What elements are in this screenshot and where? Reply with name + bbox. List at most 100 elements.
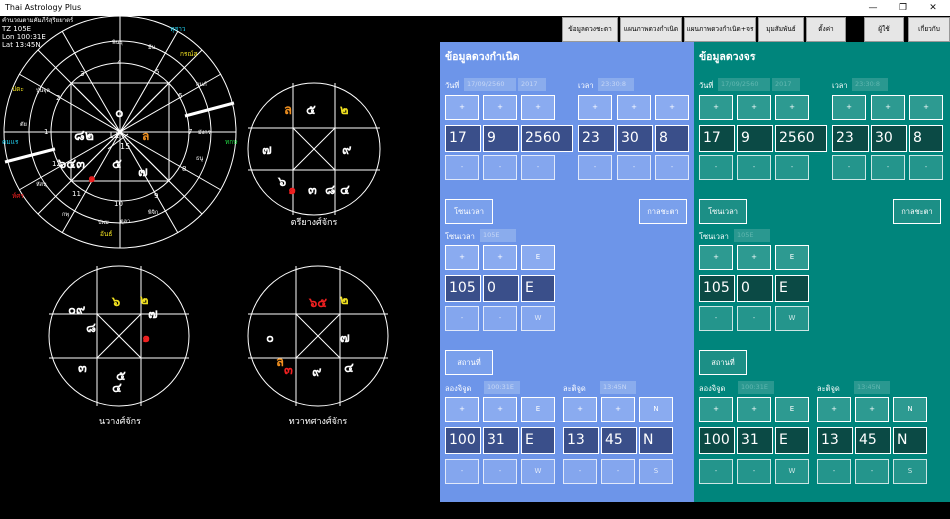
year-value[interactable]: 2560	[775, 125, 827, 152]
lat-min-minus-button[interactable]: -	[855, 459, 889, 484]
year-ad-field[interactable]: 2017	[518, 78, 546, 91]
day-value[interactable]: 17	[699, 125, 735, 152]
lat-dir-value[interactable]: N	[893, 427, 927, 454]
lat-south-button[interactable]: S	[639, 459, 673, 484]
minimize-icon[interactable]: —	[858, 0, 888, 16]
tz-dir-value[interactable]: E	[521, 275, 555, 302]
day-plus-button[interactable]: +	[445, 95, 479, 120]
tz-field[interactable]: 105E	[480, 229, 516, 242]
lat-min-plus-button[interactable]: +	[601, 397, 635, 422]
tz-min-minus-button[interactable]: -	[483, 306, 517, 331]
close-icon[interactable]: ✕	[918, 0, 948, 16]
second-plus-button[interactable]: +	[655, 95, 689, 120]
minute-value[interactable]: 30	[617, 125, 653, 152]
lon-dir-value[interactable]: E	[521, 427, 555, 454]
month-value[interactable]: 9	[737, 125, 773, 152]
tz-hour-value[interactable]: 105	[445, 275, 481, 302]
minute-plus-button[interactable]: +	[871, 95, 905, 120]
tz-west-button[interactable]: W	[521, 306, 555, 331]
year-value[interactable]: 2560	[521, 125, 573, 152]
minute-value[interactable]: 30	[871, 125, 907, 152]
tz-min-plus-button[interactable]: +	[737, 245, 771, 270]
month-minus-button[interactable]: -	[483, 155, 517, 180]
day-value[interactable]: 17	[445, 125, 481, 152]
lat-north-button[interactable]: N	[893, 397, 927, 422]
restore-icon[interactable]: ❐	[888, 0, 918, 16]
lon-deg-plus-button[interactable]: +	[445, 397, 479, 422]
kala-chart-button[interactable]: กาลชะตา	[639, 199, 687, 224]
year-minus-button[interactable]: -	[521, 155, 555, 180]
tab-settings[interactable]: ตั้งค่า	[806, 17, 846, 42]
tz-min-value[interactable]: 0	[737, 275, 773, 302]
lon-west-button[interactable]: W	[775, 459, 809, 484]
lon-min-minus-button[interactable]: -	[483, 459, 517, 484]
year-plus-button[interactable]: +	[775, 95, 809, 120]
second-value[interactable]: 8	[909, 125, 943, 152]
tab-about[interactable]: เกี่ยวกับ	[908, 17, 950, 42]
lat-min-value[interactable]: 45	[601, 427, 637, 454]
tab-aspects[interactable]: มุมสัมพันธ์	[758, 17, 804, 42]
month-value[interactable]: 9	[483, 125, 519, 152]
tz-min-minus-button[interactable]: -	[737, 306, 771, 331]
date-field[interactable]: 17/09/2560	[718, 78, 770, 91]
tz-east-button[interactable]: E	[775, 245, 809, 270]
tab-birth-chart[interactable]: แผนภาพดวงกำเนิด	[620, 17, 682, 42]
year-minus-button[interactable]: -	[775, 155, 809, 180]
lat-dir-value[interactable]: N	[639, 427, 673, 454]
month-plus-button[interactable]: +	[737, 95, 771, 120]
tab-user[interactable]: ผู้ใช้	[864, 17, 904, 42]
time-field[interactable]: 23:30:8	[852, 78, 888, 91]
lat-deg-minus-button[interactable]: -	[817, 459, 851, 484]
kala-chart-button[interactable]: กาลชะตา	[893, 199, 941, 224]
lon-field[interactable]: 100:31E	[484, 381, 520, 394]
year-ad-field[interactable]: 2017	[772, 78, 800, 91]
tz-min-value[interactable]: 0	[483, 275, 519, 302]
lat-field[interactable]: 13:45N	[854, 381, 890, 394]
hour-minus-button[interactable]: -	[578, 155, 612, 180]
lat-deg-plus-button[interactable]: +	[817, 397, 851, 422]
month-minus-button[interactable]: -	[737, 155, 771, 180]
date-field[interactable]: 17/09/2560	[464, 78, 516, 91]
lon-east-button[interactable]: E	[775, 397, 809, 422]
second-plus-button[interactable]: +	[909, 95, 943, 120]
place-button[interactable]: สถานที่	[445, 350, 493, 375]
lon-min-plus-button[interactable]: +	[737, 397, 771, 422]
tab-chart-data[interactable]: ข้อมูลดวงชะตา	[562, 17, 618, 42]
tz-hour-plus-button[interactable]: +	[445, 245, 479, 270]
day-minus-button[interactable]: -	[445, 155, 479, 180]
hour-plus-button[interactable]: +	[832, 95, 866, 120]
day-minus-button[interactable]: -	[699, 155, 733, 180]
lon-min-plus-button[interactable]: +	[483, 397, 517, 422]
lat-min-plus-button[interactable]: +	[855, 397, 889, 422]
tz-dir-value[interactable]: E	[775, 275, 809, 302]
second-minus-button[interactable]: -	[655, 155, 689, 180]
day-plus-button[interactable]: +	[699, 95, 733, 120]
tz-field[interactable]: 105E	[734, 229, 770, 242]
lat-deg-minus-button[interactable]: -	[563, 459, 597, 484]
hour-value[interactable]: 23	[578, 125, 615, 152]
lat-north-button[interactable]: N	[639, 397, 673, 422]
minute-minus-button[interactable]: -	[617, 155, 651, 180]
lon-deg-value[interactable]: 100	[445, 427, 481, 454]
lat-min-minus-button[interactable]: -	[601, 459, 635, 484]
lat-min-value[interactable]: 45	[855, 427, 891, 454]
tz-hour-minus-button[interactable]: -	[699, 306, 733, 331]
timezone-button[interactable]: โซนเวลา	[445, 199, 493, 224]
lon-deg-value[interactable]: 100	[699, 427, 735, 454]
hour-value[interactable]: 23	[832, 125, 869, 152]
lat-south-button[interactable]: S	[893, 459, 927, 484]
timezone-button[interactable]: โซนเวลา	[699, 199, 747, 224]
lon-east-button[interactable]: E	[521, 397, 555, 422]
tz-hour-value[interactable]: 105	[699, 275, 735, 302]
lon-min-value[interactable]: 31	[483, 427, 519, 454]
year-plus-button[interactable]: +	[521, 95, 555, 120]
lon-deg-plus-button[interactable]: +	[699, 397, 733, 422]
tz-west-button[interactable]: W	[775, 306, 809, 331]
lat-field[interactable]: 13:45N	[600, 381, 636, 394]
lon-field[interactable]: 100:31E	[738, 381, 774, 394]
hour-plus-button[interactable]: +	[578, 95, 612, 120]
minute-minus-button[interactable]: -	[871, 155, 905, 180]
lon-west-button[interactable]: W	[521, 459, 555, 484]
lon-deg-minus-button[interactable]: -	[699, 459, 733, 484]
place-button[interactable]: สถานที่	[699, 350, 747, 375]
